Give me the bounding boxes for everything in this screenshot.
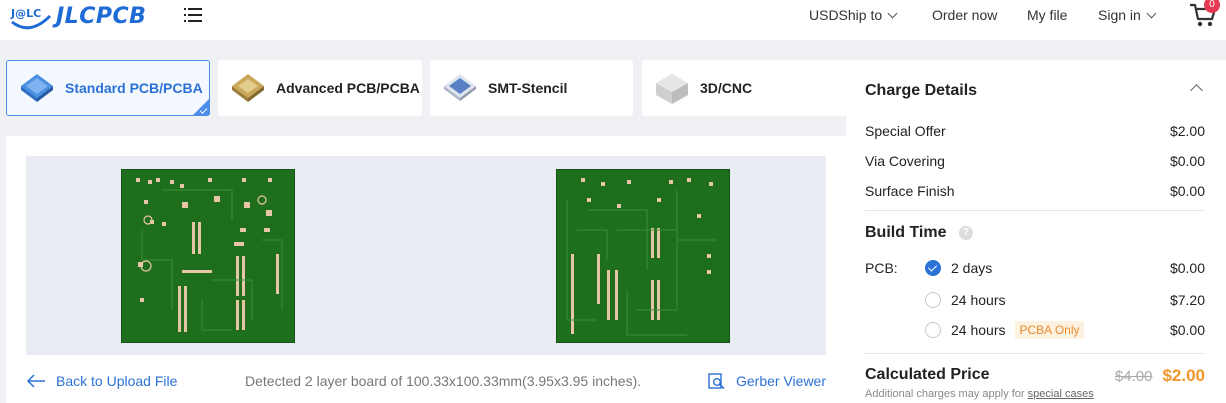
- build-option-2-days[interactable]: PCB: 2 days $0.00: [865, 260, 1205, 276]
- note-text: Additional charges may apply for: [865, 388, 1025, 400]
- gerber-preview-panel: Back to Upload File Detected 2 layer boa…: [6, 136, 846, 403]
- build-option-24-hours[interactable]: 24 hours $7.20: [865, 292, 1205, 308]
- pcb-top-layer-image[interactable]: [121, 169, 295, 343]
- radio-unselected[interactable]: [925, 292, 941, 308]
- charge-value: $0.00: [1169, 153, 1205, 169]
- pcba-only-tag: PCBA Only: [1015, 321, 1084, 339]
- logo-text: JLCPCB: [56, 3, 147, 29]
- sign-in-dropdown[interactable]: Sign in: [1098, 0, 1157, 30]
- radio-unselected[interactable]: [925, 322, 941, 338]
- build-option-24-hours-pcba[interactable]: 24 hours PCBA Only $0.00: [865, 321, 1205, 339]
- build-option-price: $7.20: [1169, 292, 1205, 308]
- charge-value: $0.00: [1169, 183, 1205, 199]
- tab-label: 3D/CNC: [700, 80, 753, 96]
- charge-value: $2.00: [1169, 123, 1205, 139]
- back-to-upload-label: Back to Upload File: [56, 373, 178, 389]
- arrow-left-icon: [26, 374, 45, 388]
- gerber-viewer-link[interactable]: Gerber Viewer: [708, 373, 826, 389]
- build-time-title: Build Time: [865, 224, 947, 241]
- order-now-link[interactable]: Order now: [932, 0, 997, 30]
- additional-charges-note: Additional charges may apply for special…: [865, 388, 1094, 400]
- pcb-label: PCB:: [865, 260, 898, 276]
- tab-advanced-pcb[interactable]: Advanced PCB/PCBA: [218, 60, 422, 116]
- jlc-logo-icon: J@LC: [10, 7, 52, 30]
- build-option-label: 2 days: [951, 260, 993, 276]
- jlcpcb-logo[interactable]: J@LC JLCPCB: [8, 1, 146, 31]
- calculated-price: $4.00 $2.00: [1115, 366, 1205, 386]
- charge-row-via-covering: Via Covering $0.00: [865, 153, 1205, 169]
- calculated-price-title: Calculated Price: [865, 366, 990, 383]
- pcb-bottom-layer-drawing: [566, 178, 717, 336]
- my-file-label: My file: [1027, 7, 1068, 23]
- final-price: $2.00: [1162, 366, 1205, 385]
- charge-details-panel: Charge Details Special Offer $2.00 Via C…: [846, 60, 1226, 403]
- chevron-up-icon[interactable]: [1190, 84, 1203, 97]
- my-file-link[interactable]: My file: [1027, 0, 1067, 30]
- original-price: $4.00: [1114, 368, 1153, 385]
- chevron-down-icon: [1146, 8, 1157, 18]
- special-cases-link[interactable]: special cases: [1028, 388, 1094, 400]
- ship-to-label: USDShip to: [809, 7, 883, 23]
- order-now-label: Order now: [932, 7, 998, 23]
- build-option-label: 24 hours: [951, 322, 1006, 338]
- help-icon[interactable]: ?: [958, 225, 973, 240]
- ship-to-dropdown[interactable]: USDShip to: [809, 0, 898, 30]
- tab-label: Standard PCB/PCBA: [65, 80, 203, 96]
- charge-label: Via Covering: [865, 153, 945, 169]
- charge-row-surface-finish: Surface Finish $0.00: [865, 183, 1205, 199]
- radio-selected[interactable]: [925, 260, 941, 276]
- logo-mark-text: J@LC: [10, 7, 41, 20]
- smt-stencil-icon: [444, 74, 476, 101]
- tab-label: SMT-Stencil: [488, 80, 568, 96]
- magnifier-document-icon: [708, 373, 725, 389]
- 3d-cnc-icon: [656, 74, 688, 104]
- tab-label: Advanced PCB/PCBA: [276, 80, 420, 96]
- sign-in-label: Sign in: [1098, 7, 1141, 23]
- standard-pcb-icon: [21, 74, 53, 102]
- build-option-price: $0.00: [1169, 322, 1205, 338]
- advanced-pcb-icon: [232, 74, 264, 102]
- build-option-label: 24 hours: [951, 292, 1006, 308]
- gerber-viewer-label: Gerber Viewer: [736, 373, 827, 389]
- detected-board-info: Detected 2 layer board of 100.33x100.33m…: [245, 373, 642, 389]
- back-to-upload-link[interactable]: Back to Upload File: [26, 373, 177, 389]
- tab-standard-pcb[interactable]: Standard PCB/PCBA: [6, 60, 210, 116]
- pcb-top-layer-drawing: [136, 178, 283, 332]
- charge-details-title: Charge Details: [865, 82, 978, 99]
- pcb-preview-area: [26, 156, 826, 355]
- tab-smt-stencil[interactable]: SMT-Stencil: [430, 60, 633, 116]
- pcb-bottom-layer-image[interactable]: [556, 169, 730, 343]
- divider: [865, 353, 1205, 354]
- charge-label: Surface Finish: [865, 183, 955, 199]
- divider: [865, 210, 1205, 211]
- chevron-down-icon: [887, 8, 898, 18]
- build-option-price: $0.00: [1169, 260, 1205, 276]
- hamburger-menu-icon[interactable]: [184, 7, 202, 23]
- build-time-heading: Build Time ?: [865, 224, 973, 242]
- charge-row-special-offer: Special Offer $2.00: [865, 123, 1205, 139]
- top-navigation-bar: J@LC JLCPCB USDShip to Order now My file…: [0, 0, 1226, 40]
- charge-label: Special Offer: [865, 123, 946, 139]
- tab-3d-cnc[interactable]: 3D/CNC: [642, 60, 846, 116]
